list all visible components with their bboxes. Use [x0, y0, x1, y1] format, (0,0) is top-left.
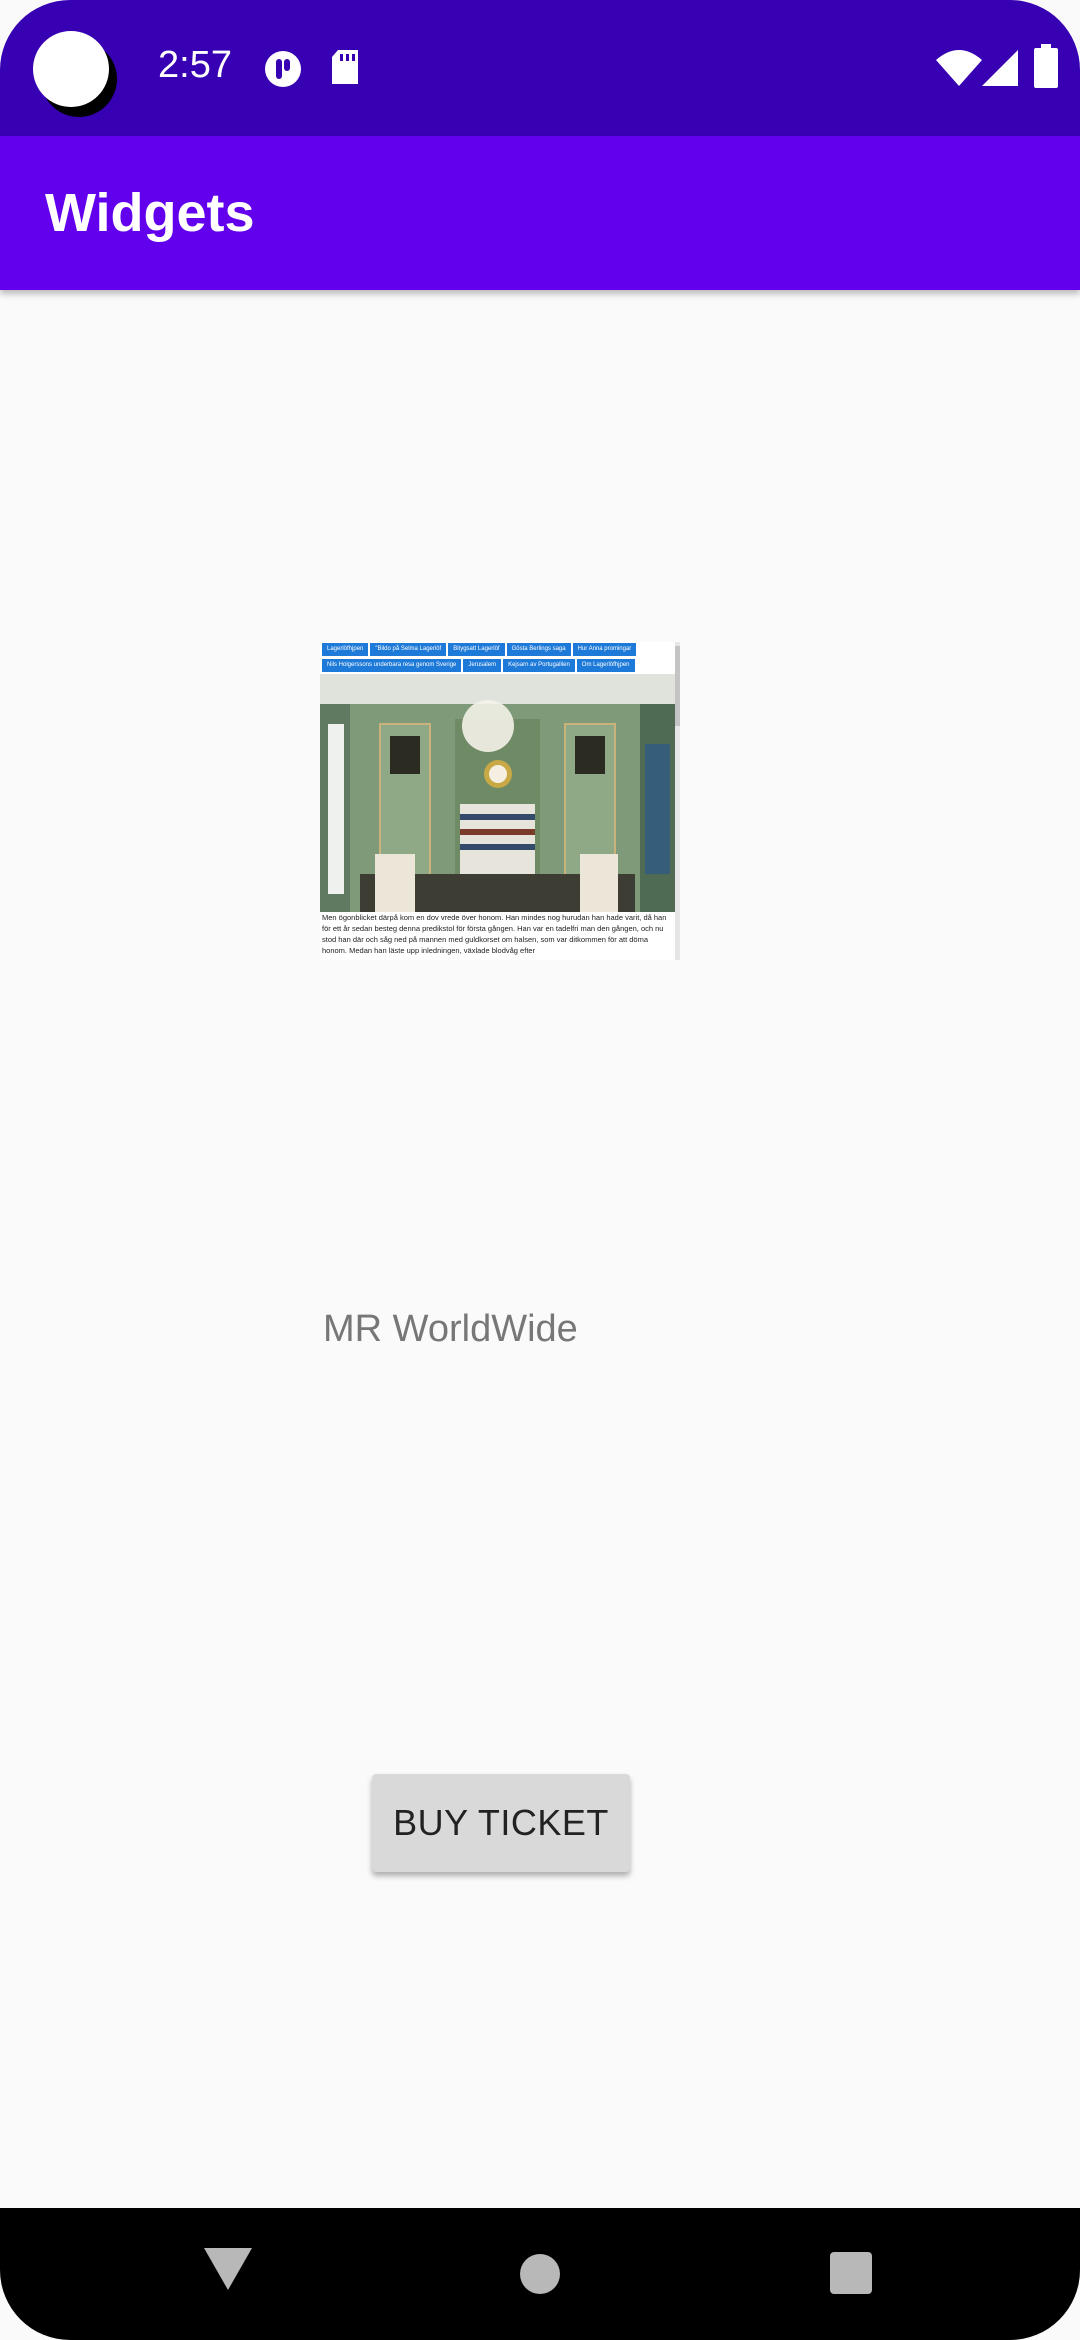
web-tab[interactable]: Hur Anna promingar [572, 643, 637, 656]
web-tab[interactable]: Om Lagerlöfhjpen [576, 659, 635, 672]
app-bar: Widgets [0, 136, 1080, 290]
recents-icon[interactable] [830, 2252, 872, 2294]
camera-cutout-icon [33, 31, 109, 107]
web-scroll-thumb[interactable] [675, 646, 680, 726]
web-tab-strip: Lagerlöfhjpen "Bildo på Selma Lagerlöf B… [320, 642, 680, 674]
web-tab[interactable]: Bitygsatt Lagerlöf [448, 643, 505, 656]
buy-ticket-button[interactable]: BUY TICKET [372, 1774, 630, 1872]
signal-icon [982, 50, 1018, 86]
battery-icon [1034, 44, 1058, 88]
room-photo [320, 674, 675, 912]
app-title: Widgets [45, 183, 255, 243]
web-tab[interactable]: Jerusalem [463, 659, 502, 672]
web-tab[interactable]: "Bildo på Selma Lagerlöf [370, 643, 447, 656]
notification-app-icon [265, 51, 301, 87]
home-icon[interactable] [520, 2254, 560, 2294]
wifi-icon [936, 50, 982, 86]
status-time: 2:57 [158, 44, 232, 86]
back-icon[interactable] [204, 2248, 252, 2290]
web-view[interactable]: Lagerlöfhjpen "Bildo på Selma Lagerlöf B… [320, 642, 680, 960]
navigation-bar [0, 2208, 1080, 2340]
web-body-text: Men ögonblicket därpå kom en dov vrede ö… [322, 913, 667, 955]
status-bar: 2:57 [0, 0, 1080, 136]
web-tab[interactable]: Gösta Berlings saga [506, 643, 571, 656]
web-tab[interactable]: Lagerlöfhjpen [322, 643, 369, 656]
web-scrollbar[interactable] [675, 642, 680, 960]
web-tab[interactable]: Kejsarn av Portugallien [503, 659, 575, 672]
web-tab[interactable]: Nils Holgerssons underbara resa genom Sv… [322, 659, 462, 672]
name-label: MR WorldWide [323, 1308, 578, 1350]
sd-card-icon [332, 50, 358, 84]
